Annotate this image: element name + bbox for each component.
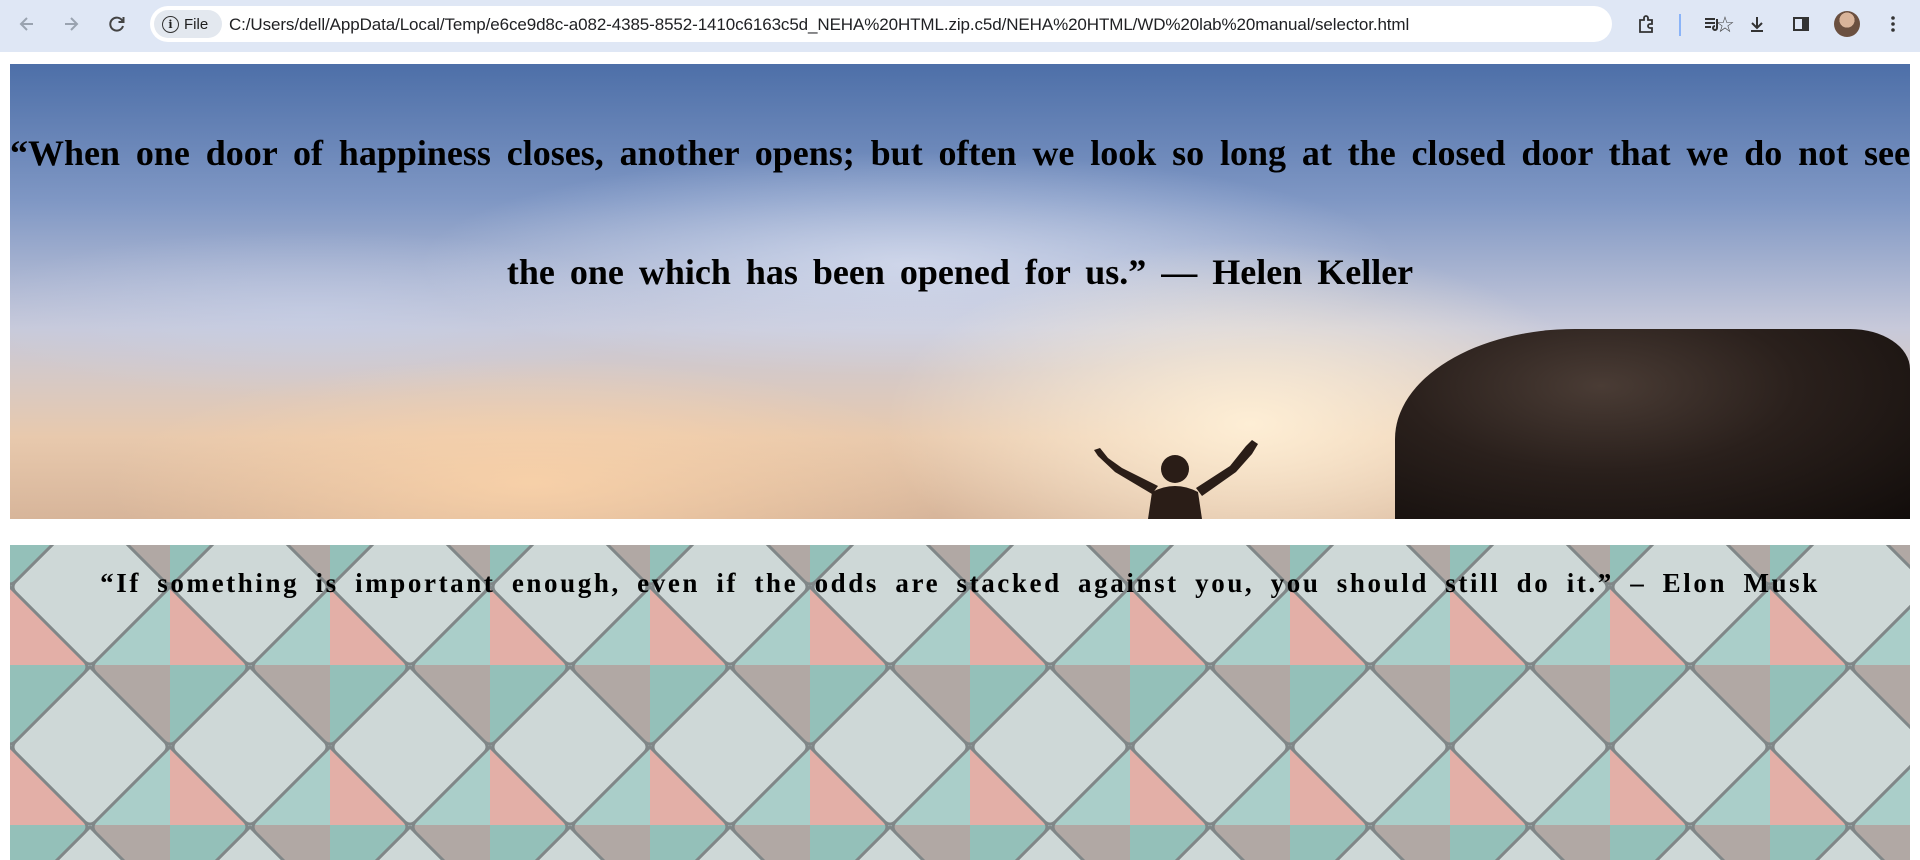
avatar[interactable]	[1834, 11, 1860, 37]
address-bar[interactable]: i File C:/Users/dell/AppData/Local/Temp/…	[150, 6, 1735, 42]
download-icon[interactable]	[1740, 9, 1774, 39]
media-controls-icon[interactable]	[1695, 9, 1729, 39]
toolbar-separator	[1679, 14, 1681, 36]
back-icon[interactable]	[10, 9, 44, 39]
extensions-icon[interactable]	[1629, 9, 1663, 39]
reload-icon[interactable]	[100, 9, 134, 39]
person-silhouette	[1094, 440, 1258, 519]
quote-elon-musk: “If something is important enough, even …	[100, 568, 1820, 598]
info-icon: i	[162, 15, 179, 33]
site-chip-label: File	[184, 15, 209, 33]
side-panel-icon[interactable]	[1784, 9, 1818, 39]
url-text[interactable]: C:/Users/dell/AppData/Local/Temp/e6ce9d8…	[229, 15, 1409, 35]
browser-toolbar: i File C:/Users/dell/AppData/Local/Temp/…	[0, 0, 1920, 52]
quote-helen-keller: “When one door of happiness closes, anot…	[10, 133, 1910, 292]
menu-icon[interactable]	[1876, 9, 1910, 39]
site-info-chip[interactable]: i File	[154, 10, 222, 38]
forward-icon[interactable]	[54, 9, 88, 39]
rock-silhouette	[1395, 329, 1910, 519]
